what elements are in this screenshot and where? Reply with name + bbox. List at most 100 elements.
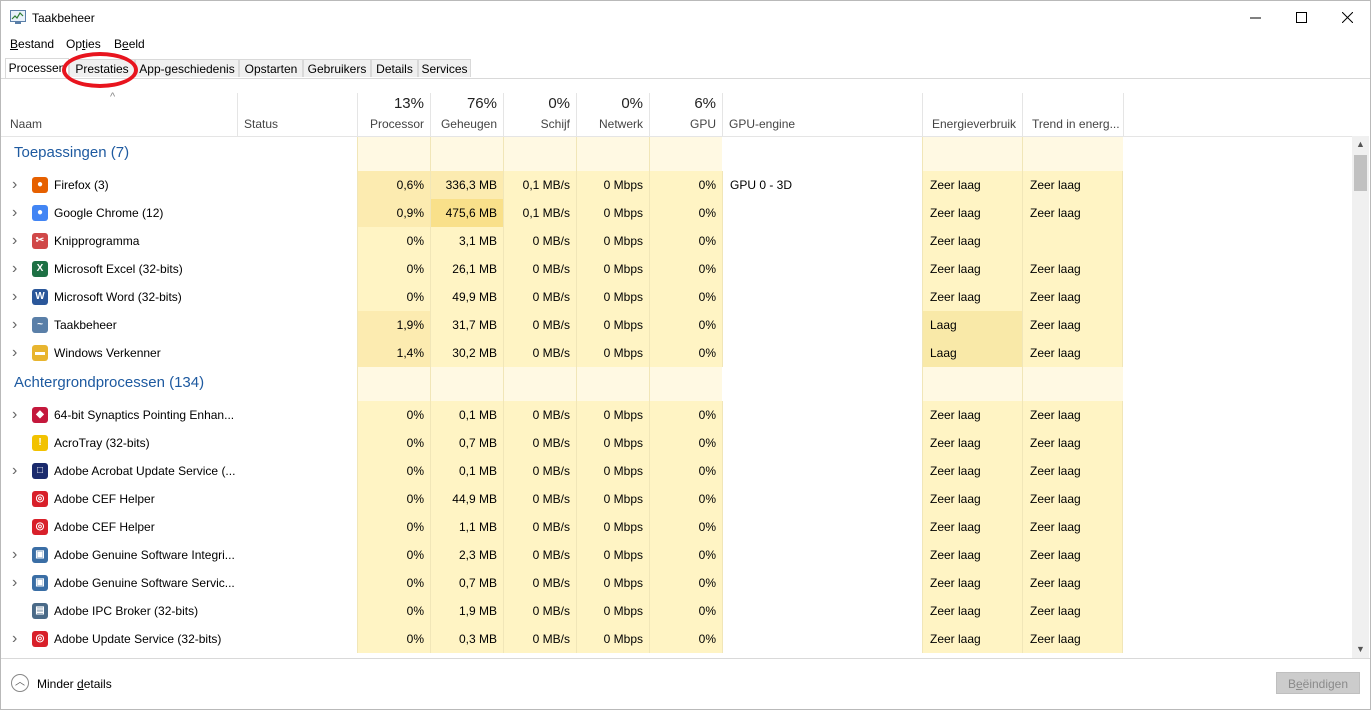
process-row[interactable]: › ● Firefox (3) 0,6% 336,3 MB 0,1 MB/s 0 Mbps 0… bbox=[1, 171, 1352, 199]
tab-gebruikers[interactable]: Gebruikers bbox=[303, 59, 371, 77]
process-row[interactable]: › ◎ Adobe Update Service (32-bits) 0% 0,3 MB… bbox=[1, 625, 1352, 653]
process-row[interactable]: ◎ Adobe CEF Helper 0% 44,9 MB 0 MB/s 0 Mbps 0%… bbox=[1, 485, 1352, 513]
vertical-scrollbar[interactable]: ▲ ▼ bbox=[1352, 136, 1369, 658]
cell-trend: Zeer laag bbox=[1022, 283, 1123, 311]
cell-geheugen: 0,3 MB bbox=[430, 625, 503, 653]
group-title: Achtergrondprocessen (134) bbox=[14, 374, 205, 391]
process-row[interactable]: › W Microsoft Word (32-bits) 0% 49,9 MB 0 MB/… bbox=[1, 283, 1352, 311]
end-task-button[interactable]: Beëindigen bbox=[1276, 672, 1360, 694]
tab-details[interactable]: Details bbox=[371, 59, 418, 77]
col-schijf[interactable]: 0% Schijf bbox=[503, 93, 576, 136]
col-netwerk-label: Netwerk bbox=[598, 117, 643, 131]
process-row[interactable]: ▤ Adobe IPC Broker (32-bits) 0% 1,9 MB 0 MB/… bbox=[1, 597, 1352, 625]
col-status[interactable]: Status bbox=[237, 93, 357, 136]
tab-opstarten[interactable]: Opstarten bbox=[239, 59, 303, 77]
process-row[interactable]: ! AcroTray (32-bits) 0% 0,7 MB 0 MB/s 0 Mbps 0… bbox=[1, 429, 1352, 457]
col-processor[interactable]: 13% Processor bbox=[357, 93, 430, 136]
column-background bbox=[922, 137, 1022, 171]
close-button[interactable] bbox=[1324, 1, 1370, 33]
cell-schijf: 0 MB/s bbox=[503, 339, 576, 367]
menu-bestand[interactable]: Bestand bbox=[10, 37, 54, 51]
group-title: Toepassingen (7) bbox=[14, 144, 130, 161]
cell-schijf: 0 MB/s bbox=[503, 457, 576, 485]
minimize-button[interactable] bbox=[1232, 1, 1278, 33]
chevron-right-icon[interactable]: › bbox=[12, 199, 17, 227]
cell-gpu: 0% bbox=[649, 597, 722, 625]
cell-trend: Zeer laag bbox=[1022, 569, 1123, 597]
menu-beeld[interactable]: Beeld bbox=[114, 37, 145, 51]
process-row[interactable]: › ● Google Chrome (12) 0,9% 475,6 MB 0,1 MB/s… bbox=[1, 199, 1352, 227]
tab-processen[interactable]: Processen bbox=[5, 58, 69, 78]
col-processor-pct: 13% bbox=[393, 95, 424, 112]
cell-trend: Zeer laag bbox=[1022, 339, 1123, 367]
cell-status bbox=[237, 457, 357, 485]
chevron-right-icon[interactable]: › bbox=[12, 625, 17, 653]
chevron-right-icon[interactable]: › bbox=[12, 283, 17, 311]
cell-energieverbruik: Laag bbox=[922, 311, 1022, 339]
chevron-right-icon[interactable]: › bbox=[12, 457, 17, 485]
col-trend[interactable]: Trend in energ... bbox=[1022, 93, 1123, 136]
cell-gpu-engine bbox=[722, 429, 922, 457]
process-row[interactable]: › ~ Taakbeheer 1,9% 31,7 MB 0 MB/s 0 Mbps 0% Laa… bbox=[1, 311, 1352, 339]
column-background bbox=[576, 367, 649, 401]
title-bar[interactable]: Taakbeheer bbox=[1, 1, 1370, 33]
cell-gpu-engine bbox=[722, 283, 922, 311]
cell-gpu: 0% bbox=[649, 401, 722, 429]
cell-trend: Zeer laag bbox=[1022, 625, 1123, 653]
chevron-right-icon[interactable]: › bbox=[12, 171, 17, 199]
process-row[interactable]: › ◆ 64-bit Synaptics Pointing Enhan... 0% 0,… bbox=[1, 401, 1352, 429]
chevron-right-icon[interactable]: › bbox=[12, 339, 17, 367]
process-row[interactable]: › X Microsoft Excel (32-bits) 0% 26,1 MB 0 MB… bbox=[1, 255, 1352, 283]
cell-gpu-engine bbox=[722, 569, 922, 597]
cell-status bbox=[237, 541, 357, 569]
chevron-up-icon[interactable]: ︿ bbox=[11, 674, 29, 692]
cell-gpu: 0% bbox=[649, 541, 722, 569]
cell-status bbox=[237, 227, 357, 255]
service-icon: ▣ bbox=[32, 575, 48, 591]
cell-gpu-engine bbox=[722, 401, 922, 429]
col-geheugen[interactable]: 76% Geheugen bbox=[430, 93, 503, 136]
cell-gpu-engine bbox=[722, 485, 922, 513]
cell-energieverbruik: Zeer laag bbox=[922, 283, 1022, 311]
chevron-right-icon[interactable]: › bbox=[12, 541, 17, 569]
process-row[interactable]: › □ Adobe Acrobat Update Service (... 0% 0,1… bbox=[1, 457, 1352, 485]
process-row[interactable]: › ▣ Adobe Genuine Software Integri... 0% 2,3… bbox=[1, 541, 1352, 569]
chevron-right-icon[interactable]: › bbox=[12, 255, 17, 283]
process-row[interactable]: › ▬ Windows Verkenner 1,4% 30,2 MB 0 MB/s 0 Mb… bbox=[1, 339, 1352, 367]
col-energieverbruik[interactable]: Energieverbruik bbox=[922, 93, 1022, 136]
process-name: Adobe Genuine Software Integri... bbox=[54, 548, 235, 562]
cell-energieverbruik: Zeer laag bbox=[922, 401, 1022, 429]
scroll-up-icon[interactable]: ▲ bbox=[1352, 136, 1369, 153]
menu-opties[interactable]: Opties bbox=[66, 37, 101, 51]
chevron-right-icon[interactable]: › bbox=[12, 401, 17, 429]
chevron-right-icon[interactable]: › bbox=[12, 227, 17, 255]
process-row[interactable]: ◎ Adobe CEF Helper 0% 1,1 MB 0 MB/s 0 Mbps 0% Z… bbox=[1, 513, 1352, 541]
process-row[interactable]: › ▣ Adobe Genuine Software Servic... 0% 0,7 … bbox=[1, 569, 1352, 597]
cell-status bbox=[237, 513, 357, 541]
cell-processor: 0% bbox=[357, 541, 430, 569]
less-details-link[interactable]: Minder details bbox=[37, 677, 112, 691]
cell-gpu: 0% bbox=[649, 569, 722, 597]
chevron-right-icon[interactable]: › bbox=[12, 569, 17, 597]
cell-gpu: 0% bbox=[649, 457, 722, 485]
cell-schijf: 0 MB/s bbox=[503, 541, 576, 569]
col-netwerk[interactable]: 0% Netwerk bbox=[576, 93, 649, 136]
cell-gpu-engine bbox=[722, 339, 922, 367]
col-processor-label: Processor bbox=[369, 117, 424, 131]
cell-trend: Zeer laag bbox=[1022, 401, 1123, 429]
maximize-button[interactable] bbox=[1278, 1, 1324, 33]
tab-services[interactable]: Services bbox=[418, 59, 471, 77]
tab-app-geschiedenis[interactable]: App-geschiedenis bbox=[135, 59, 239, 77]
cell-gpu: 0% bbox=[649, 339, 722, 367]
cell-geheugen: 31,7 MB bbox=[430, 311, 503, 339]
task-manager-icon: ~ bbox=[32, 317, 48, 333]
process-list[interactable]: Toepassingen (7) › ● Firefox (3) 0,6% 336,3 M… bbox=[1, 137, 1352, 657]
scroll-down-icon[interactable]: ▼ bbox=[1352, 641, 1369, 658]
scroll-thumb[interactable] bbox=[1354, 155, 1367, 191]
process-row[interactable]: › ✂ Knipprogramma 0% 3,1 MB 0 MB/s 0 Mbps 0% Zee… bbox=[1, 227, 1352, 255]
col-gpu-engine[interactable]: GPU-engine bbox=[722, 93, 922, 136]
cell-trend: Zeer laag bbox=[1022, 429, 1123, 457]
chevron-right-icon[interactable]: › bbox=[12, 311, 17, 339]
col-gpu[interactable]: 6% GPU bbox=[649, 93, 722, 136]
col-naam[interactable]: ^ Naam bbox=[1, 91, 237, 136]
